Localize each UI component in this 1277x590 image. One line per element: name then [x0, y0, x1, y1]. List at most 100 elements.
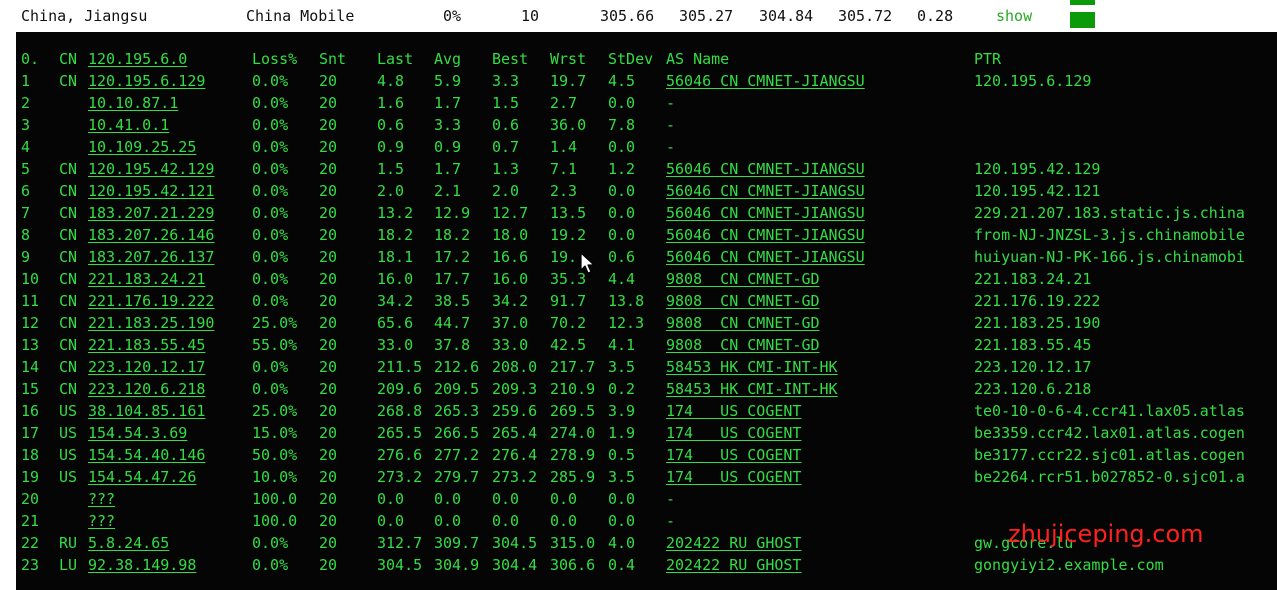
cell-avg: 279.7 — [434, 468, 480, 486]
cell-avg: 2.1 — [434, 182, 462, 200]
cell-best: 33.0 — [492, 336, 529, 354]
cell-asname[interactable]: 58453 HK CMI-INT-HK — [666, 356, 838, 378]
cell-host[interactable]: 221.176.19.222 — [88, 290, 214, 312]
cell-cc: US — [59, 402, 78, 420]
cell-asname[interactable]: 174 US COGENT — [666, 422, 801, 444]
cell-last: 18.1 — [377, 248, 414, 266]
cell-hop: 2 — [21, 94, 31, 112]
cell-hop: 18 — [21, 446, 40, 464]
header-stdev: StDev — [608, 50, 654, 68]
cell-host[interactable]: 223.120.12.17 — [88, 356, 205, 378]
cell-host[interactable]: 154.54.40.146 — [88, 444, 205, 466]
cell-asname[interactable]: 9808 CN CMNET-GD — [666, 290, 820, 312]
cell-stdev: 4.1 — [608, 336, 636, 354]
cell-ptr: be3177.ccr22.sjc01.atlas.cogen — [974, 446, 1245, 464]
cell-loss: 25.0% — [252, 314, 298, 332]
cell-hop: 16 — [21, 402, 40, 420]
cell-hop: 22 — [21, 534, 40, 552]
cell-host[interactable]: 154.54.47.26 — [88, 466, 196, 488]
cell-host[interactable]: 223.120.6.218 — [88, 378, 205, 400]
cell-host[interactable]: 120.195.6.129 — [88, 70, 205, 92]
header-host[interactable]: 120.195.6.0 — [88, 48, 187, 70]
cell-cc: CN — [59, 72, 78, 90]
cell-host[interactable]: 221.183.24.21 — [88, 268, 205, 290]
cell-asname[interactable]: 58453 HK CMI-INT-HK — [666, 378, 838, 400]
cell-best: 16.6 — [492, 248, 529, 266]
cell-host[interactable]: 10.10.87.1 — [88, 92, 178, 114]
cell-snt: 20 — [319, 336, 338, 354]
cell-hop: 13 — [21, 336, 40, 354]
cell-wrst: 42.5 — [550, 336, 587, 354]
cell-asname[interactable]: 56046 CN CMNET-JIANGSU — [666, 246, 865, 268]
cell-best: 37.0 — [492, 314, 529, 332]
cell-host[interactable]: 38.104.85.161 — [88, 400, 205, 422]
cell-stdev: 4.0 — [608, 534, 636, 552]
cell-ptr: be2264.rcr51.b027852-0.sjc01.a — [974, 468, 1245, 486]
cell-asname[interactable]: 202422 RU GHOST — [666, 532, 801, 554]
cell-hop: 8 — [21, 226, 31, 244]
cell-hop: 15 — [21, 380, 40, 398]
cell-ptr: 221.183.55.45 — [974, 336, 1092, 354]
cell-hop: 6 — [21, 182, 31, 200]
cell-last: 65.6 — [377, 314, 414, 332]
cell-ptr: 229.21.207.183.static.js.china — [974, 204, 1245, 222]
cell-stdev: 0.0 — [608, 94, 636, 112]
cell-stdev: 12.3 — [608, 314, 645, 332]
cell-best: 1.3 — [492, 160, 520, 178]
cell-snt: 20 — [319, 270, 338, 288]
cell-asname[interactable]: 9808 CN CMNET-GD — [666, 312, 820, 334]
cell-host[interactable]: ??? — [88, 488, 115, 510]
cell-wrst: 1.4 — [550, 138, 578, 156]
show-link[interactable]: show — [996, 6, 1032, 26]
cell-best: 209.3 — [492, 380, 538, 398]
cell-asname[interactable]: 174 US COGENT — [666, 466, 801, 488]
cell-ptr: 221.183.25.190 — [974, 314, 1101, 332]
cell-host[interactable]: 183.207.26.146 — [88, 224, 214, 246]
cell-best: 273.2 — [492, 468, 538, 486]
header-ptr: PTR — [974, 50, 1002, 68]
cell-asname[interactable]: 56046 CN CMNET-JIANGSU — [666, 180, 865, 202]
cell-asname[interactable]: 56046 CN CMNET-JIANGSU — [666, 224, 865, 246]
cell-host[interactable]: 221.183.25.190 — [88, 312, 214, 334]
cell-host[interactable]: 183.207.21.229 — [88, 202, 214, 224]
cell-snt: 20 — [319, 512, 338, 530]
cell-loss: 0.0% — [252, 358, 289, 376]
cell-loss: 0.0% — [252, 248, 289, 266]
cell-host[interactable]: 120.195.42.129 — [88, 158, 214, 180]
cell-host[interactable]: 5.8.24.65 — [88, 532, 169, 554]
cell-host[interactable]: 183.207.26.137 — [88, 246, 214, 268]
cell-stdev: 4.4 — [608, 270, 636, 288]
cell-asname[interactable]: 56046 CN CMNET-JIANGSU — [666, 202, 865, 224]
cell-last: 1.5 — [377, 160, 405, 178]
cell-host[interactable]: 10.109.25.25 — [88, 136, 196, 158]
cell-hop: 20 — [21, 490, 40, 508]
summary-isp: China Mobile — [246, 7, 355, 25]
cell-asname[interactable]: 174 US COGENT — [666, 444, 801, 466]
cell-last: 268.8 — [377, 402, 423, 420]
cell-host[interactable]: ??? — [88, 510, 115, 532]
cell-snt: 20 — [319, 314, 338, 332]
cell-avg: 1.7 — [434, 160, 462, 178]
cell-cc: US — [59, 468, 78, 486]
cell-host[interactable]: 92.38.149.98 — [88, 554, 196, 576]
cell-asname[interactable]: 174 US COGENT — [666, 400, 801, 422]
cell-cc: RU — [59, 534, 78, 552]
cell-asname[interactable]: 9808 CN CMNET-GD — [666, 268, 820, 290]
cell-hop: 23 — [21, 556, 40, 574]
cell-snt: 20 — [319, 358, 338, 376]
cell-last: 0.9 — [377, 138, 405, 156]
cell-last: 2.0 — [377, 182, 405, 200]
cell-best: 16.0 — [492, 270, 529, 288]
cell-asname[interactable]: 56046 CN CMNET-JIANGSU — [666, 70, 865, 92]
cell-cc: US — [59, 424, 78, 442]
cell-asname[interactable]: 9808 CN CMNET-GD — [666, 334, 820, 356]
cell-asname: - — [666, 138, 676, 156]
cell-asname[interactable]: 202422 RU GHOST — [666, 554, 801, 576]
cell-asname[interactable]: 56046 CN CMNET-JIANGSU — [666, 158, 865, 180]
cell-host[interactable]: 120.195.42.121 — [88, 180, 214, 202]
cell-best: 1.5 — [492, 94, 520, 112]
cell-host[interactable]: 154.54.3.69 — [88, 422, 187, 444]
cell-host[interactable]: 221.183.55.45 — [88, 334, 205, 356]
cell-hop: 14 — [21, 358, 40, 376]
cell-host[interactable]: 10.41.0.1 — [88, 114, 169, 136]
